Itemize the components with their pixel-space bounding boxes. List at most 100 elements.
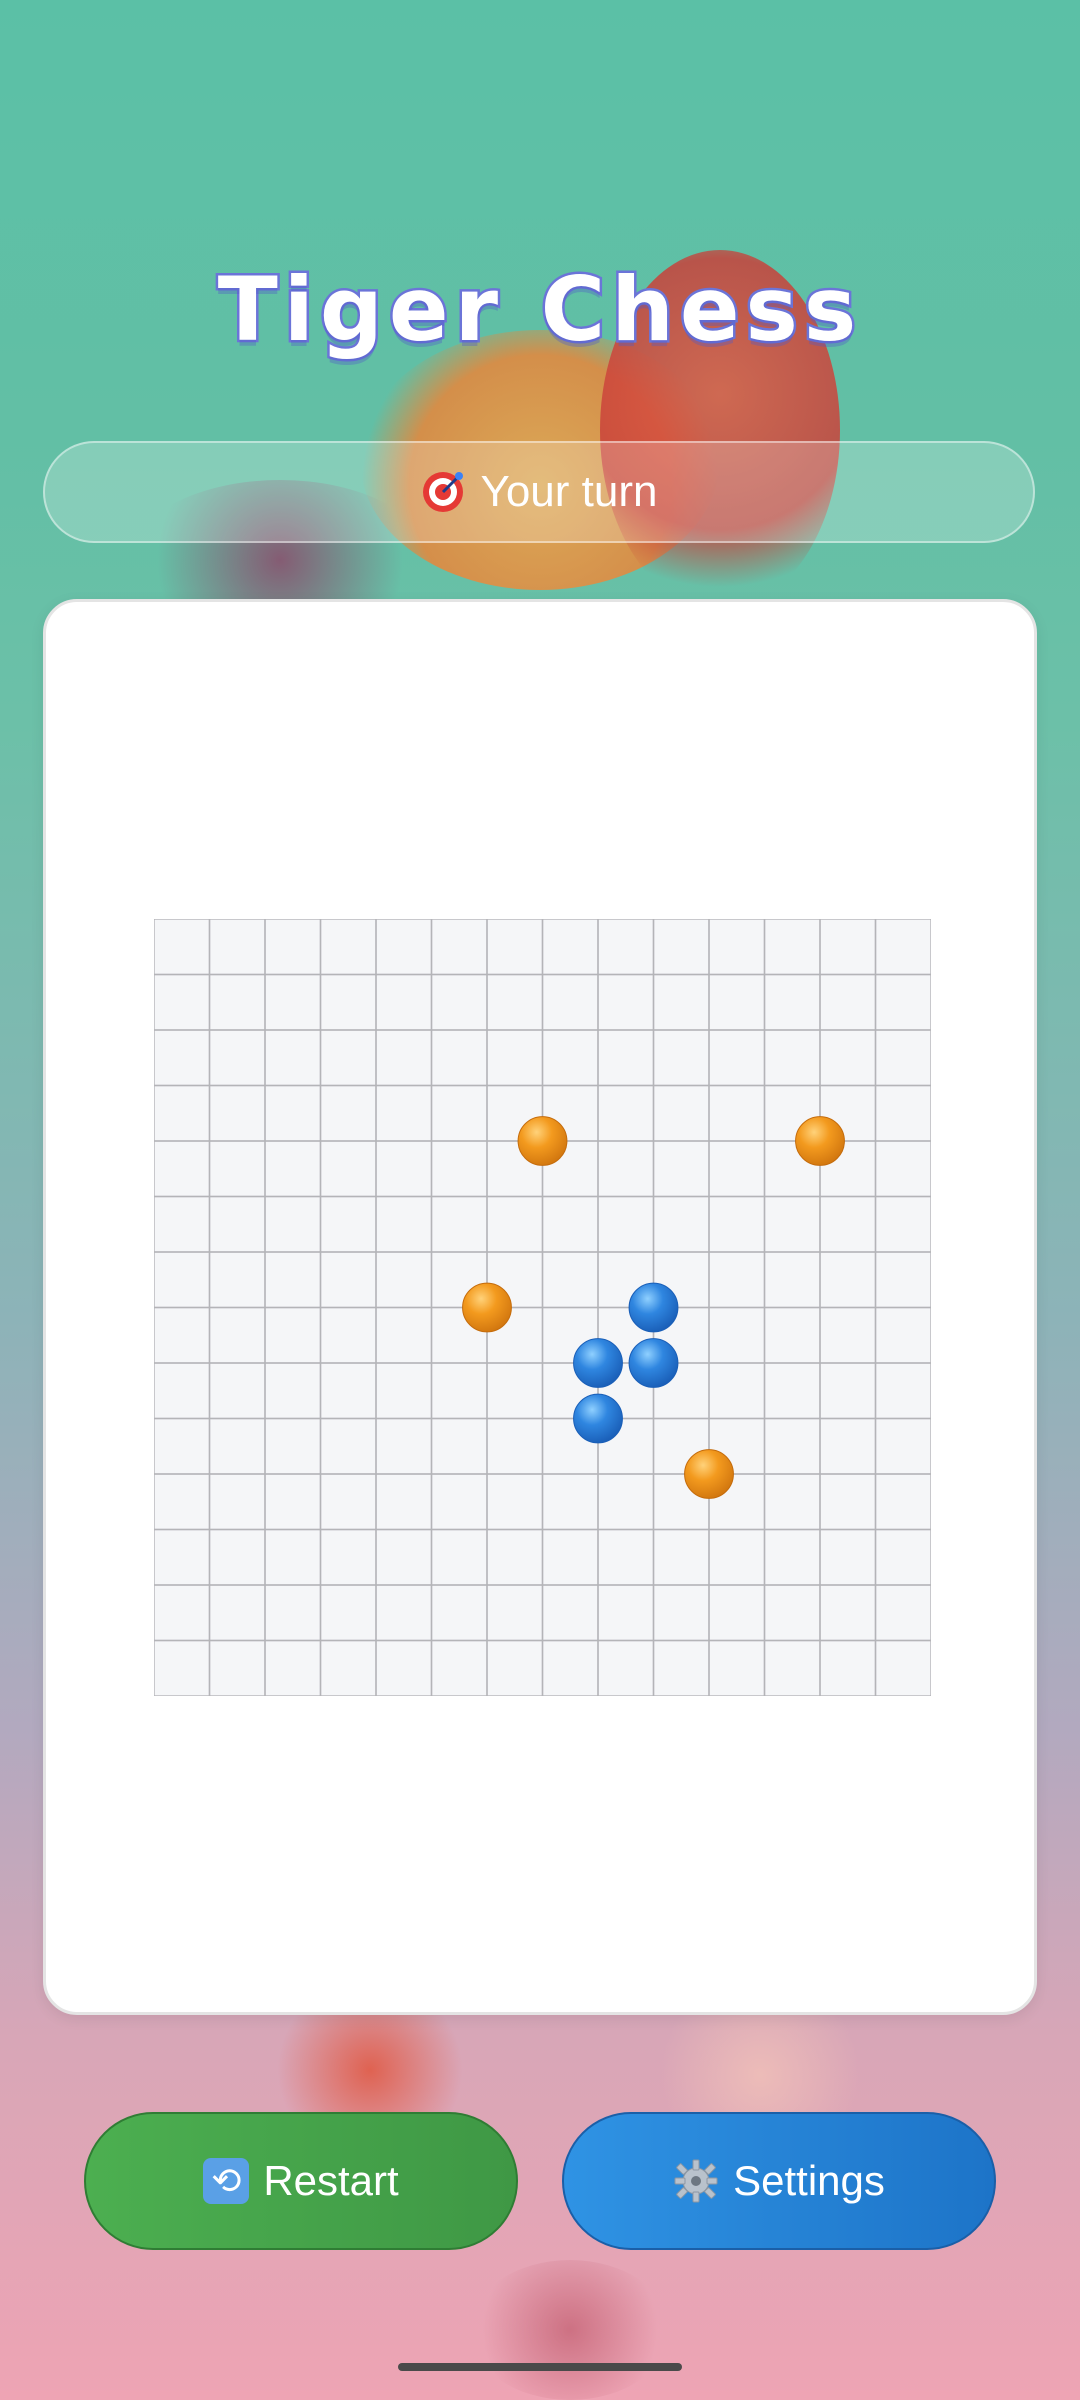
board-cell[interactable] (874, 1195, 932, 1253)
home-indicator[interactable] (398, 2363, 682, 2371)
board-cell[interactable] (874, 1473, 932, 1531)
board-cell[interactable] (375, 1251, 433, 1309)
board-cell[interactable] (486, 1417, 544, 1475)
board-cell[interactable] (154, 1084, 211, 1142)
board-cell[interactable] (763, 1639, 821, 1697)
board-cell[interactable] (708, 1528, 766, 1586)
board-cell[interactable] (763, 1473, 821, 1531)
board-cell[interactable] (819, 919, 877, 976)
board-cell[interactable] (597, 1473, 655, 1531)
board-cell[interactable] (264, 1584, 322, 1642)
board-cell[interactable] (154, 1639, 211, 1697)
board-cell[interactable] (154, 1251, 211, 1309)
board-cell[interactable] (597, 919, 655, 976)
board-cell[interactable] (319, 1584, 377, 1642)
board-cell[interactable] (264, 1084, 322, 1142)
board-cell[interactable] (208, 919, 266, 976)
board-cell[interactable] (652, 1195, 710, 1253)
board-cell[interactable] (874, 1251, 932, 1309)
board-cell[interactable] (208, 1251, 266, 1309)
board-cell[interactable] (375, 1528, 433, 1586)
board-cell[interactable] (208, 1528, 266, 1586)
board-cell[interactable] (264, 1362, 322, 1420)
board-cell[interactable] (486, 919, 544, 976)
board-cell[interactable] (264, 1140, 322, 1198)
board-cell[interactable] (264, 1473, 322, 1531)
board-cell[interactable] (541, 1528, 599, 1586)
board-cell[interactable] (652, 1639, 710, 1697)
board-cell[interactable] (486, 1639, 544, 1697)
board-cell[interactable] (763, 1306, 821, 1364)
board-cell[interactable] (375, 1029, 433, 1087)
board-cell[interactable] (763, 1584, 821, 1642)
board-cell[interactable] (375, 1417, 433, 1475)
board-cell[interactable] (819, 1306, 877, 1364)
board-cell[interactable] (486, 973, 544, 1031)
board-cell[interactable] (430, 1528, 488, 1586)
board-cell[interactable] (597, 1029, 655, 1087)
board-cell[interactable] (819, 1528, 877, 1586)
board-cell[interactable] (208, 1306, 266, 1364)
board-cell[interactable] (819, 1417, 877, 1475)
board-cell[interactable] (597, 973, 655, 1031)
board-cell[interactable] (874, 1029, 932, 1087)
board-cell[interactable] (652, 1140, 710, 1198)
board-cell[interactable] (208, 1084, 266, 1142)
board-cell[interactable] (486, 1473, 544, 1531)
board-cell[interactable] (541, 973, 599, 1031)
board-cell[interactable] (874, 1084, 932, 1142)
board-cell[interactable] (874, 1639, 932, 1697)
board-cell[interactable] (597, 1140, 655, 1198)
board-cell[interactable] (154, 1584, 211, 1642)
board-cell[interactable] (541, 919, 599, 976)
board-cell[interactable] (375, 1362, 433, 1420)
board-cell[interactable] (819, 973, 877, 1031)
board-cell[interactable] (541, 1584, 599, 1642)
board-cell[interactable] (874, 1528, 932, 1586)
board-cell[interactable] (430, 919, 488, 976)
board-cell[interactable] (264, 1417, 322, 1475)
board-cell[interactable] (208, 1584, 266, 1642)
board-cell[interactable] (819, 1362, 877, 1420)
board-cell[interactable] (154, 1417, 211, 1475)
board-cell[interactable] (652, 919, 710, 976)
board-cell[interactable] (208, 973, 266, 1031)
board-cell[interactable] (874, 1140, 932, 1198)
board-cell[interactable] (541, 1639, 599, 1697)
board-cell[interactable] (375, 1639, 433, 1697)
board-cell[interactable] (319, 919, 377, 976)
board-cell[interactable] (597, 1584, 655, 1642)
board-cell[interactable] (652, 1084, 710, 1142)
board-cell[interactable] (486, 1195, 544, 1253)
board-cell[interactable] (319, 1306, 377, 1364)
game-board[interactable] (154, 919, 931, 1696)
board-cell[interactable] (319, 1140, 377, 1198)
board-cell[interactable] (319, 1251, 377, 1309)
board-cell[interactable] (597, 1195, 655, 1253)
board-cell[interactable] (264, 919, 322, 976)
board-cell[interactable] (208, 1417, 266, 1475)
board-cell[interactable] (154, 1195, 211, 1253)
board-cell[interactable] (708, 973, 766, 1031)
board-cell[interactable] (708, 1084, 766, 1142)
board-cell[interactable] (319, 1639, 377, 1697)
board-cell[interactable] (264, 973, 322, 1031)
board-cell[interactable] (874, 1584, 932, 1642)
board-cell[interactable] (819, 1251, 877, 1309)
board-cell[interactable] (708, 1362, 766, 1420)
board-cell[interactable] (874, 919, 932, 976)
board-cell[interactable] (375, 1140, 433, 1198)
board-cell[interactable] (264, 1251, 322, 1309)
board-cell[interactable] (763, 1195, 821, 1253)
board-cell[interactable] (264, 1195, 322, 1253)
board-cell[interactable] (486, 1584, 544, 1642)
board-cell[interactable] (375, 919, 433, 976)
board-cell[interactable] (154, 973, 211, 1031)
board-cell[interactable] (208, 1362, 266, 1420)
board-cell[interactable] (708, 1140, 766, 1198)
board-cell[interactable] (319, 1528, 377, 1586)
board-cell[interactable] (874, 973, 932, 1031)
board-cell[interactable] (154, 1528, 211, 1586)
board-cell[interactable] (652, 1528, 710, 1586)
board-cell[interactable] (264, 1528, 322, 1586)
